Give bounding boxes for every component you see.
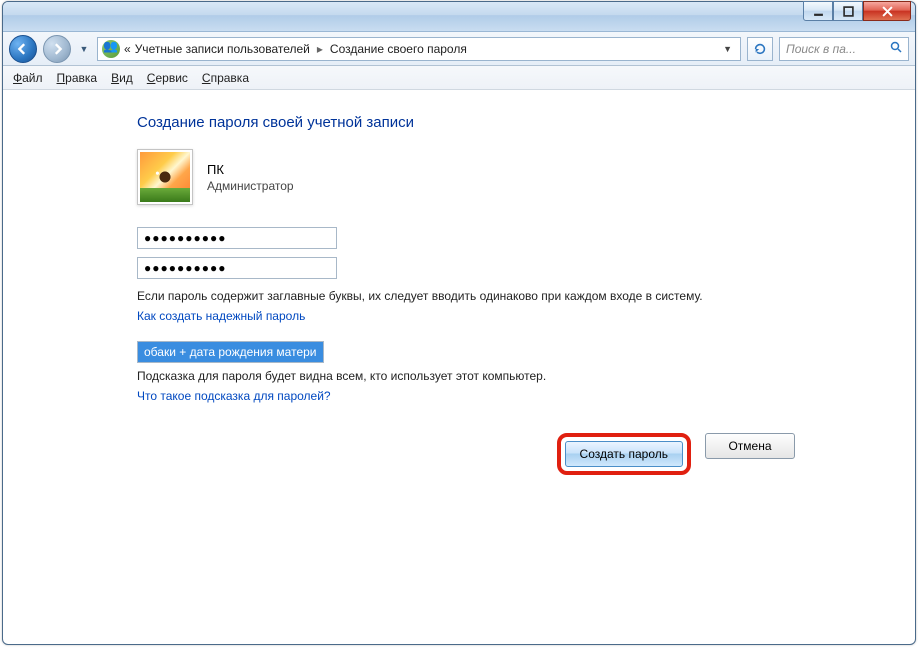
button-row: Создать пароль Отмена [137, 433, 895, 475]
user-block: ПК Администратор [137, 149, 895, 205]
window-frame: ▼ « Учетные записи пользователей ▸ Созда… [2, 1, 916, 645]
nav-history-dropdown[interactable]: ▼ [77, 44, 91, 54]
menu-service[interactable]: Сервис [147, 71, 188, 85]
user-role: Администратор [207, 179, 294, 193]
nav-forward-button[interactable] [43, 35, 71, 63]
user-info: ПК Администратор [207, 162, 294, 193]
password-mask: ●●●●●●●●●● [144, 231, 226, 245]
maximize-button[interactable] [833, 1, 863, 21]
maximize-icon [843, 6, 854, 17]
titlebar [3, 2, 915, 32]
content-area: Создание пароля своей учетной записи ПК … [3, 90, 915, 644]
refresh-button[interactable] [747, 37, 773, 61]
link-hint-help[interactable]: Что такое подсказка для паролей? [137, 389, 331, 403]
search-input[interactable]: Поиск в па... [779, 37, 909, 61]
address-bar[interactable]: « Учетные записи пользователей ▸ Создани… [97, 37, 741, 61]
menu-view[interactable]: Вид [111, 71, 133, 85]
create-password-button[interactable]: Создать пароль [565, 441, 683, 467]
close-button[interactable] [863, 1, 911, 21]
arrow-left-icon [17, 43, 29, 55]
nav-back-button[interactable] [9, 35, 37, 63]
menu-edit[interactable]: Правка [57, 71, 98, 85]
search-placeholder: Поиск в па... [786, 42, 856, 56]
page-title: Создание пароля своей учетной записи [137, 114, 895, 131]
menubar: Файл Правка Вид Сервис Справка [3, 66, 915, 90]
user-name: ПК [207, 162, 294, 177]
close-icon [882, 6, 893, 17]
link-strong-password[interactable]: Как создать надежный пароль [137, 309, 305, 323]
breadcrumb-item-1[interactable]: Учетные записи пользователей [135, 42, 310, 56]
menu-help[interactable]: Справка [202, 71, 249, 85]
password-confirm-field[interactable]: ●●●●●●●●●● [137, 257, 337, 279]
avatar-image [140, 152, 190, 202]
addressbar-dropdown-icon[interactable]: ▼ [719, 44, 736, 54]
minimize-icon [813, 6, 824, 17]
breadcrumb-prefix: « [124, 42, 131, 56]
arrow-right-icon [51, 43, 63, 55]
highlight-annotation: Создать пароль [557, 433, 691, 475]
breadcrumb-item-2[interactable]: Создание своего пароля [330, 42, 467, 56]
hint-note: Подсказка для пароля будет видна всем, к… [137, 367, 895, 385]
avatar [137, 149, 193, 205]
window-controls [803, 1, 911, 21]
spacer [137, 475, 895, 595]
search-icon [890, 41, 902, 56]
minimize-button[interactable] [803, 1, 833, 21]
menu-file[interactable]: Файл [13, 71, 43, 85]
cancel-button[interactable]: Отмена [705, 433, 795, 459]
password-hint-field[interactable]: обаки + дата рождения матери [137, 341, 324, 363]
navbar: ▼ « Учетные записи пользователей ▸ Созда… [3, 32, 915, 66]
user-accounts-icon [102, 40, 120, 58]
password-field[interactable]: ●●●●●●●●●● [137, 227, 337, 249]
breadcrumb-separator-icon: ▸ [314, 42, 326, 56]
refresh-icon [753, 42, 767, 56]
caps-note: Если пароль содержит заглавные буквы, их… [137, 287, 895, 305]
password-confirm-mask: ●●●●●●●●●● [144, 261, 226, 275]
